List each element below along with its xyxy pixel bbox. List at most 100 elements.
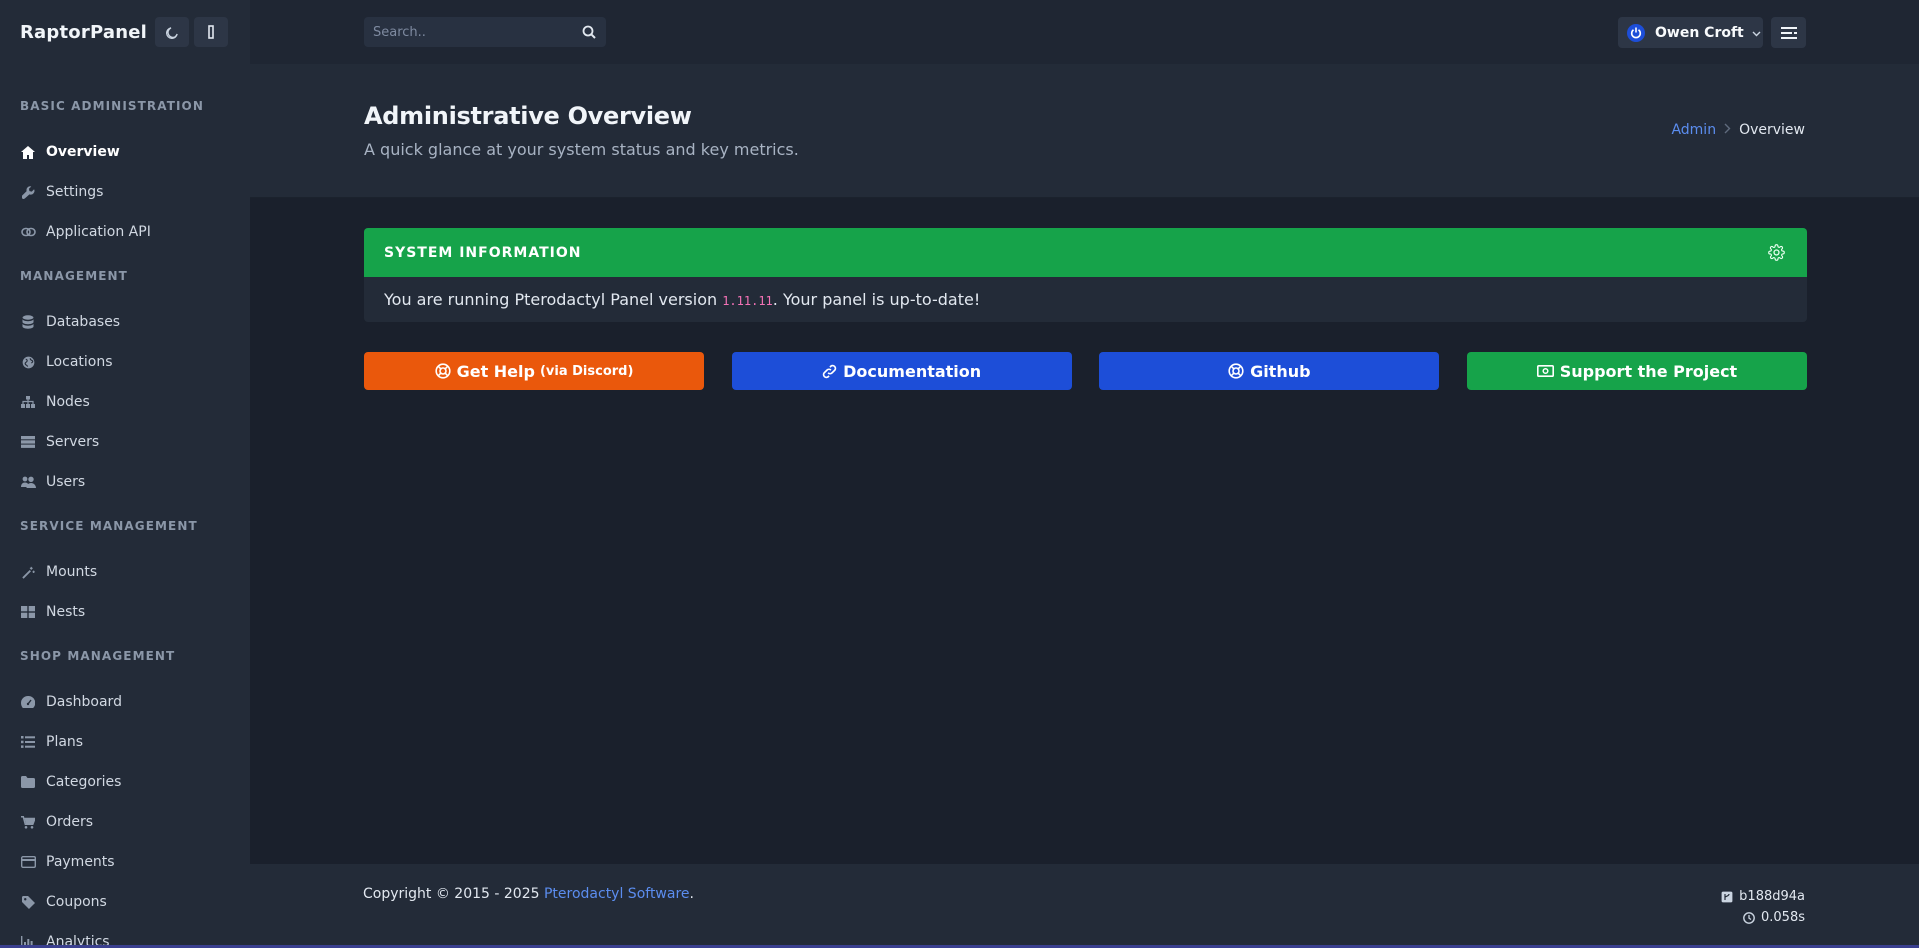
clock-icon xyxy=(1743,911,1755,924)
menu-toggle-button[interactable] xyxy=(1771,17,1806,48)
main-content: SYSTEM INFORMATION You are running Ptero… xyxy=(364,228,1807,390)
moon-icon xyxy=(165,26,178,39)
sidebar-toggle-icon xyxy=(208,25,214,39)
commit-hash: b188d94a xyxy=(1739,889,1805,904)
sidebar-item-application-api[interactable]: Application API xyxy=(0,212,250,252)
cart-icon xyxy=(20,814,36,830)
life-ring-icon xyxy=(434,363,451,379)
server-icon xyxy=(20,434,36,450)
search-input[interactable] xyxy=(364,17,564,47)
magic-wand-icon xyxy=(20,564,36,580)
copyright-text: Copyright © 2015 - 2025 Pterodactyl Soft… xyxy=(363,886,694,902)
sidebar-item-users[interactable]: Users xyxy=(0,462,250,502)
sidebar-item-label: Coupons xyxy=(46,894,107,910)
grid-icon xyxy=(20,604,36,620)
sidebar-item-label: Application API xyxy=(46,224,151,240)
quick-links-row: Get Help (via Discord) Documentation Git… xyxy=(364,352,1807,390)
sidebar-item-settings[interactable]: Settings xyxy=(0,172,250,212)
list-icon xyxy=(20,734,36,750)
breadcrumb: Admin Overview xyxy=(1671,122,1805,138)
copyright-suffix: . xyxy=(689,886,694,902)
support-project-button[interactable]: Support the Project xyxy=(1466,352,1807,390)
sidebar-section-title: MANAGEMENT xyxy=(20,269,128,283)
sidebar-item-dashboard[interactable]: Dashboard xyxy=(0,682,250,722)
sidebar-item-label: Locations xyxy=(46,354,113,370)
support-project-label: Support the Project xyxy=(1559,361,1738,381)
sidebar: RaptorPanel BASIC ADMINISTRATION Overvie… xyxy=(0,0,250,948)
system-information-body: You are running Pterodactyl Panel versio… xyxy=(364,277,1807,322)
copyright-prefix: Copyright © 2015 - 2025 xyxy=(363,886,544,902)
footer-meta: b188d94a 0.058s xyxy=(1721,886,1805,928)
globe-icon xyxy=(20,354,36,370)
system-information-box: SYSTEM INFORMATION You are running Ptero… xyxy=(364,228,1807,322)
pterodactyl-software-link[interactable]: Pterodactyl Software xyxy=(544,886,690,902)
user-name: Owen Croft xyxy=(1655,24,1744,41)
sidebar-item-mounts[interactable]: Mounts xyxy=(0,552,250,592)
sidebar-item-categories[interactable]: Categories xyxy=(0,762,250,802)
sitemap-icon xyxy=(20,394,36,410)
gauge-icon xyxy=(20,694,36,710)
github-label: Github xyxy=(1250,361,1311,381)
sidebar-item-label: Nodes xyxy=(46,394,90,410)
brand-logo-text[interactable]: RaptorPanel xyxy=(20,22,147,43)
breadcrumb-current: Overview xyxy=(1739,122,1805,138)
chevron-right-icon xyxy=(1724,122,1731,138)
wrench-icon xyxy=(20,184,36,200)
sidebar-item-label: Categories xyxy=(46,774,122,790)
theme-toggle-button[interactable] xyxy=(155,17,189,47)
link-icon xyxy=(20,224,36,240)
database-icon xyxy=(20,314,36,330)
menu-lines-icon xyxy=(1780,26,1797,39)
sidebar-item-label: Overview xyxy=(46,144,120,160)
search-icon[interactable] xyxy=(582,25,596,44)
sidebar-item-label: Payments xyxy=(46,854,115,870)
sidebar-item-databases[interactable]: Databases xyxy=(0,302,250,342)
sidebar-item-orders[interactable]: Orders xyxy=(0,802,250,842)
page-footer: Copyright © 2015 - 2025 Pterodactyl Soft… xyxy=(250,864,1919,948)
sidebar-item-coupons[interactable]: Coupons xyxy=(0,882,250,922)
sidebar-item-label: Servers xyxy=(46,434,100,450)
sidebar-item-label: Mounts xyxy=(46,564,98,580)
sidebar-item-label: Settings xyxy=(46,184,104,200)
user-menu-button[interactable]: Owen Croft xyxy=(1618,17,1763,48)
github-button[interactable]: Github xyxy=(1099,352,1440,390)
brand-bar: RaptorPanel xyxy=(0,0,250,64)
users-icon xyxy=(20,474,36,490)
sidebar-item-overview[interactable]: Overview xyxy=(0,132,250,172)
money-bill-icon xyxy=(1536,365,1554,377)
page-header: Administrative Overview A quick glance a… xyxy=(250,64,1919,198)
version-number: 1.11.11 xyxy=(722,294,773,308)
gear-icon[interactable] xyxy=(1768,244,1785,266)
page-subtitle: A quick glance at your system status and… xyxy=(364,140,799,159)
home-icon xyxy=(20,144,36,160)
chevron-down-icon xyxy=(1752,25,1761,41)
sidebar-item-label: Users xyxy=(46,474,86,490)
sidebar-item-label: Orders xyxy=(46,814,94,830)
sidebar-item-plans[interactable]: Plans xyxy=(0,722,250,762)
get-help-label: Get Help xyxy=(456,361,535,381)
version-text-after: . Your panel is up-to-date! xyxy=(772,290,981,309)
sidebar-item-payments[interactable]: Payments xyxy=(0,842,250,882)
documentation-button[interactable]: Documentation xyxy=(731,352,1072,390)
sidebar-section-title: BASIC ADMINISTRATION xyxy=(20,99,205,113)
sidebar-item-nodes[interactable]: Nodes xyxy=(0,382,250,422)
version-text-before: You are running Pterodactyl Panel versio… xyxy=(384,290,723,309)
system-information-title: SYSTEM INFORMATION xyxy=(384,244,582,261)
sidebar-item-servers[interactable]: Servers xyxy=(0,422,250,462)
tag-icon xyxy=(20,894,36,910)
sidebar-item-locations[interactable]: Locations xyxy=(0,342,250,382)
code-branch-icon xyxy=(1721,891,1733,903)
link-icon xyxy=(822,364,837,379)
breadcrumb-admin-link[interactable]: Admin xyxy=(1671,122,1716,138)
page-title: Administrative Overview xyxy=(364,102,692,130)
get-help-sublabel: (via Discord) xyxy=(539,363,634,379)
get-help-button[interactable]: Get Help (via Discord) xyxy=(364,352,704,390)
sidebar-item-label: Databases xyxy=(46,314,121,330)
render-time: 0.058s xyxy=(1761,910,1805,925)
top-navbar: Owen Croft xyxy=(250,0,1919,64)
sidebar-toggle-button[interactable] xyxy=(194,17,228,47)
sidebar-item-label: Nests xyxy=(46,604,86,620)
sidebar-section-title: SHOP MANAGEMENT xyxy=(20,649,176,663)
sidebar-item-nests[interactable]: Nests xyxy=(0,592,250,632)
sidebar-item-label: Plans xyxy=(46,734,84,750)
